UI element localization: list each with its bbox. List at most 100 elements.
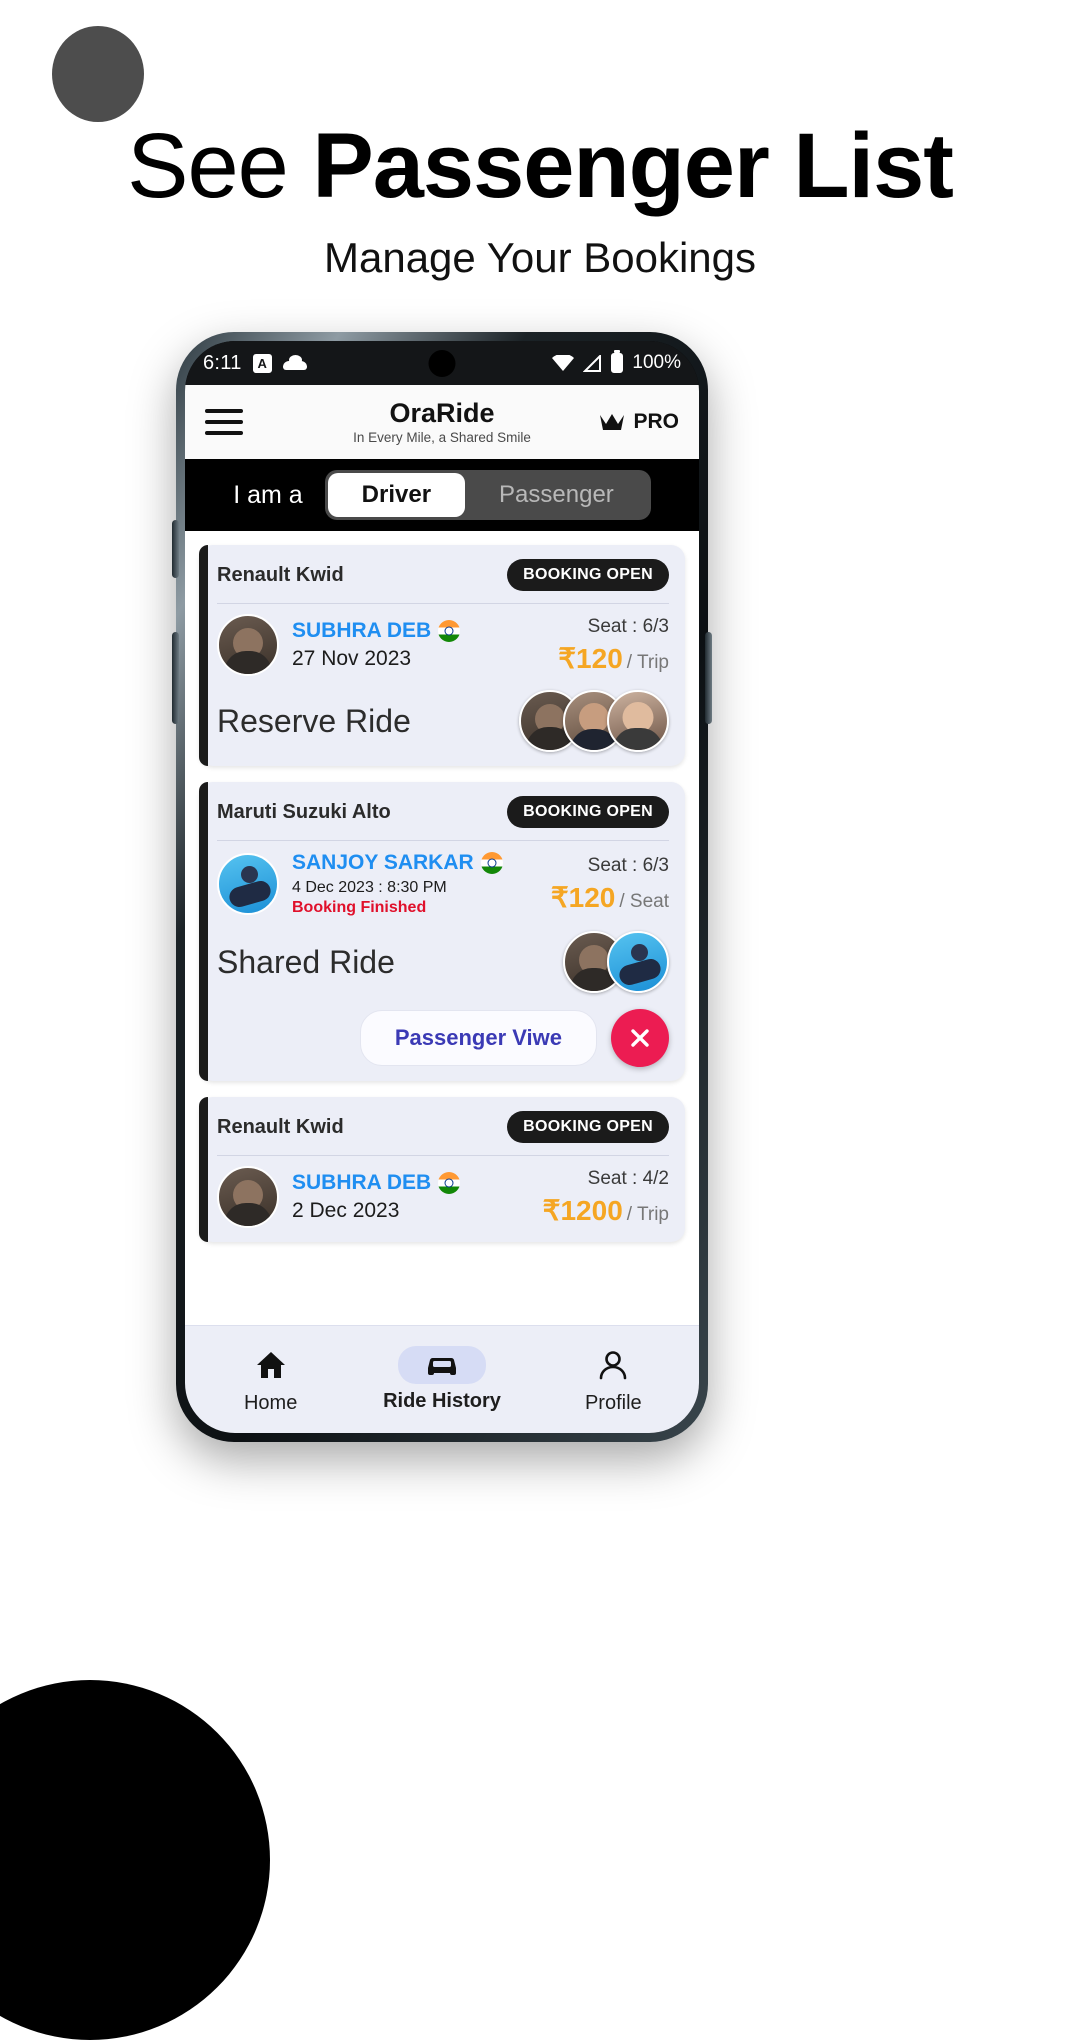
driver-name: SUBHRA DEB xyxy=(292,619,432,642)
ride-type-label: Shared Ride xyxy=(217,943,395,980)
role-option-passenger[interactable]: Passenger xyxy=(465,473,648,517)
seat-count: Seat : 4/2 xyxy=(587,1167,669,1189)
nav-label: Ride History xyxy=(383,1390,501,1412)
status-badge: BOOKING OPEN xyxy=(507,1111,669,1143)
ride-list[interactable]: Renault Kwid BOOKING OPEN SUBHRA DEB 27 … xyxy=(185,531,699,1325)
car-name: Renault Kwid xyxy=(217,563,344,586)
india-flag-icon xyxy=(438,1172,461,1194)
phone-screen: 6:11 A 100% OraRide In Every Mile, a Sha… xyxy=(185,341,699,1433)
avatar[interactable] xyxy=(607,690,669,752)
booking-state: Booking Finished xyxy=(292,899,427,916)
price-line: ₹1200/ Trip xyxy=(543,1194,669,1227)
status-bar-left: 6:11 A xyxy=(203,352,307,375)
nav-pill xyxy=(229,1344,313,1386)
driver-name: SUBHRA DEB xyxy=(292,1171,432,1194)
car-name: Renault Kwid xyxy=(217,1115,344,1138)
phone-button-left-top xyxy=(172,520,179,578)
app-title: OraRide xyxy=(389,398,495,429)
avatar[interactable] xyxy=(217,614,279,676)
card-actions: Passenger Viwe xyxy=(217,1009,669,1067)
ride-card[interactable]: Renault Kwid BOOKING OPEN SUBHRA DEB 27 … xyxy=(199,545,685,766)
title-bold-part: Passenger List xyxy=(312,115,954,217)
card-header: Maruti Suzuki Alto BOOKING OPEN xyxy=(217,796,669,828)
ride-type-row: Reserve Ride xyxy=(217,690,669,752)
avatar[interactable] xyxy=(217,1166,279,1228)
role-prefix-label: I am a xyxy=(233,480,303,509)
hero-section: See Passenger List Manage Your Bookings xyxy=(0,120,1080,282)
nav-pill xyxy=(572,1344,654,1386)
price-block: Seat : 6/3 ₹120/ Trip xyxy=(558,616,669,675)
nav-item-ride-history[interactable]: Ride History xyxy=(367,1346,517,1413)
india-flag-icon xyxy=(480,852,503,874)
menu-icon[interactable] xyxy=(205,409,243,435)
divider xyxy=(217,840,669,841)
nav-item-profile[interactable]: Profile xyxy=(538,1344,688,1415)
price-unit: / Seat xyxy=(619,890,669,912)
ride-type-row: Shared Ride xyxy=(217,931,669,993)
driver-row: SUBHRA DEB 2 Dec 2023 Seat : 4/2 ₹1200/ … xyxy=(217,1166,669,1228)
driver-name-wrap: SANJOY SARKAR xyxy=(292,851,538,875)
crown-icon xyxy=(600,414,625,430)
page-title: See Passenger List xyxy=(0,120,1080,212)
price-line: ₹120/ Trip xyxy=(558,642,669,675)
avatar[interactable] xyxy=(217,853,279,915)
brand-block: OraRide In Every Mile, a Shared Smile xyxy=(353,398,531,445)
cloud-icon xyxy=(282,355,307,370)
wifi-icon xyxy=(552,355,575,371)
passenger-avatar-stack[interactable] xyxy=(563,931,669,993)
status-time: 6:11 xyxy=(203,351,242,374)
signal-icon xyxy=(583,354,602,372)
ride-date: 2 Dec 2023 xyxy=(292,1199,400,1222)
pro-label: PRO xyxy=(633,410,679,433)
close-icon xyxy=(631,1029,649,1047)
card-header: Renault Kwid BOOKING OPEN xyxy=(217,1111,669,1143)
bottom-navigation: Home Ride History Profile xyxy=(185,1325,699,1433)
ride-card[interactable]: Renault Kwid BOOKING OPEN SUBHRA DEB 2 D… xyxy=(199,1097,685,1242)
car-icon xyxy=(427,1357,456,1375)
role-toggle-bar: I am a Driver Passenger xyxy=(185,459,699,531)
driver-name: SANJOY SARKAR xyxy=(292,851,474,874)
driver-row: SUBHRA DEB 27 Nov 2023 Seat : 6/3 ₹120/ … xyxy=(217,614,669,676)
price-line: ₹120/ Seat xyxy=(551,881,669,914)
status-bar-right: 100% xyxy=(552,352,681,374)
driver-info: SUBHRA DEB 27 Nov 2023 xyxy=(292,619,545,671)
ride-type-label: Reserve Ride xyxy=(217,702,411,739)
home-icon xyxy=(256,1352,285,1378)
driver-name-wrap: SUBHRA DEB xyxy=(292,1171,530,1195)
price-amount: ₹120 xyxy=(550,881,616,913)
phone-mockup: 6:11 A 100% OraRide In Every Mile, a Sha… xyxy=(172,332,712,1442)
ride-date: 4 Dec 2023 : 8:30 PM xyxy=(292,879,447,896)
driver-row: SANJOY SARKAR 4 Dec 2023 : 8:30 PM Booki… xyxy=(217,851,669,917)
menu-line xyxy=(205,431,243,435)
ride-card[interactable]: Maruti Suzuki Alto BOOKING OPEN SANJOY S… xyxy=(199,782,685,1081)
avatar[interactable] xyxy=(607,931,669,993)
nav-pill xyxy=(397,1346,486,1384)
passenger-avatar-stack[interactable] xyxy=(519,690,669,752)
decorative-circle-bottom xyxy=(0,1680,270,2040)
nav-label: Home xyxy=(243,1392,298,1414)
price-amount: ₹120 xyxy=(558,642,623,674)
close-button[interactable] xyxy=(611,1009,669,1067)
passenger-view-button[interactable]: Passenger Viwe xyxy=(359,1010,597,1066)
battery-percent: 100% xyxy=(632,352,681,373)
status-badge: BOOKING OPEN xyxy=(507,796,669,828)
divider xyxy=(217,1155,669,1156)
nav-label: Profile xyxy=(584,1392,642,1414)
app-tagline: In Every Mile, a Shared Smile xyxy=(353,429,531,445)
person-icon xyxy=(600,1351,627,1380)
pro-button[interactable]: PRO xyxy=(599,410,679,434)
menu-line xyxy=(205,409,243,413)
phone-button-right xyxy=(705,632,712,724)
alarm-icon: A xyxy=(252,353,272,373)
india-flag-icon xyxy=(438,620,461,642)
menu-line xyxy=(205,420,243,424)
status-badge: BOOKING OPEN xyxy=(507,559,669,591)
nav-item-home[interactable]: Home xyxy=(196,1344,346,1415)
price-unit: / Trip xyxy=(626,1203,669,1225)
ride-date: 27 Nov 2023 xyxy=(292,647,412,670)
role-segmented-control[interactable]: Driver Passenger xyxy=(324,470,651,520)
camera-punch-hole xyxy=(428,350,456,377)
car-name: Maruti Suzuki Alto xyxy=(217,800,391,823)
role-option-driver[interactable]: Driver xyxy=(327,473,466,517)
driver-info: SUBHRA DEB 2 Dec 2023 xyxy=(292,1171,530,1223)
